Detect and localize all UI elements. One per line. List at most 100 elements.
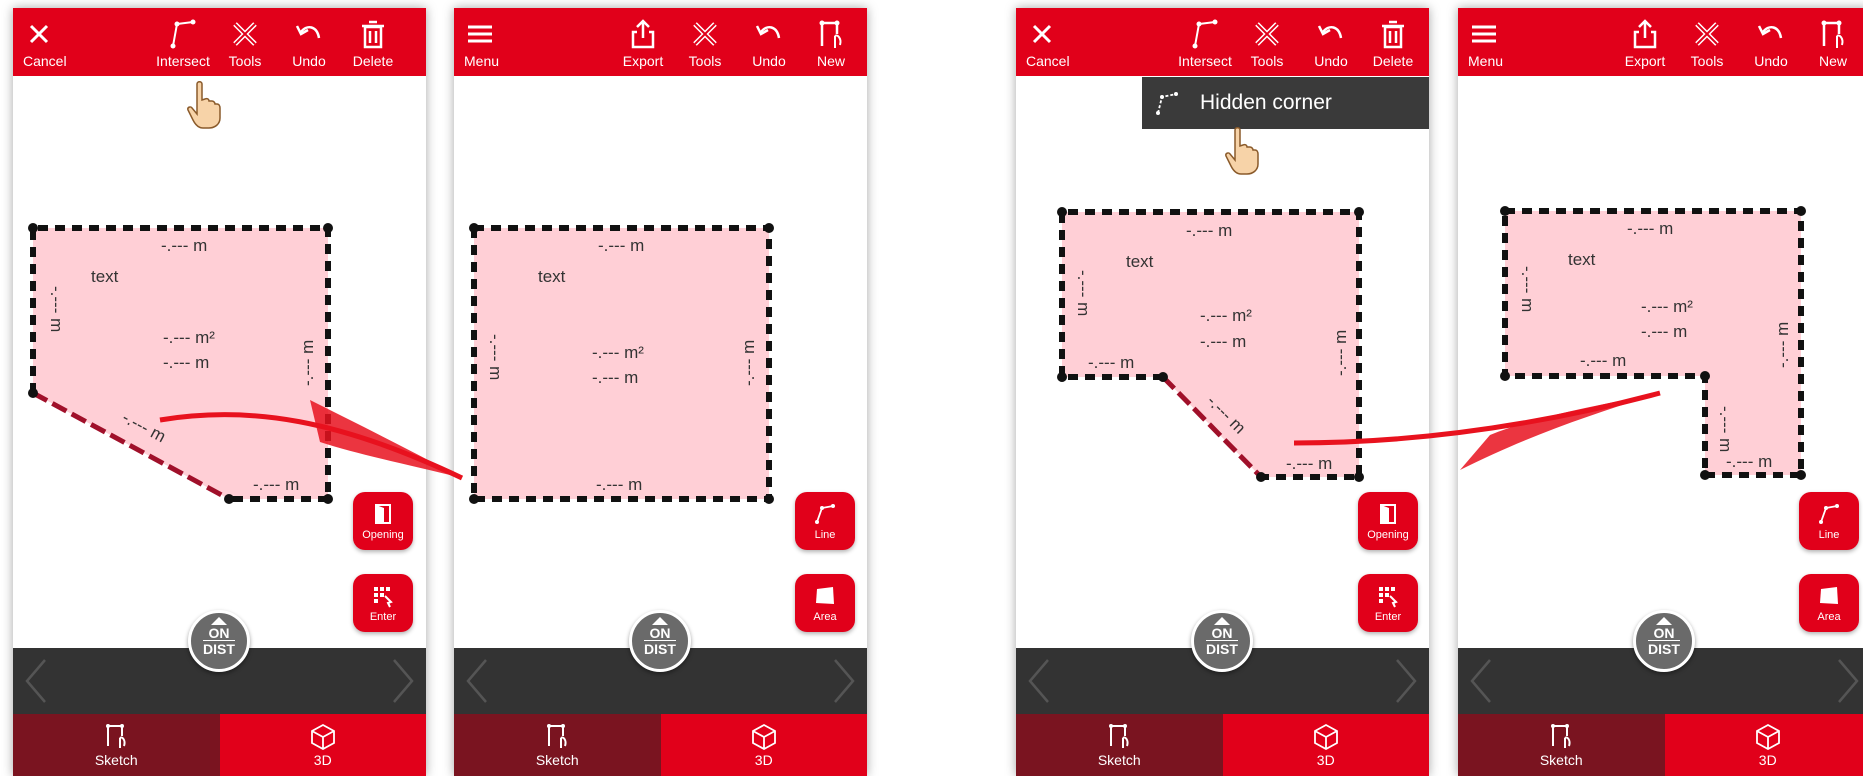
undo-button[interactable]: Undo <box>1300 8 1362 76</box>
3d-label: 3D <box>313 752 332 768</box>
intersect-button[interactable]: Intersect <box>152 8 214 76</box>
close-icon <box>29 24 49 44</box>
room-text: text <box>1568 250 1596 269</box>
intersect-label: Intersect <box>1178 53 1232 69</box>
dim-bottom: -.--- m <box>1726 452 1772 471</box>
opening-label: Opening <box>1367 528 1409 541</box>
intersect-icon <box>1192 19 1218 49</box>
bottom-tabs: Sketch 3D <box>1458 714 1863 776</box>
tab-sketch[interactable]: Sketch <box>454 714 661 776</box>
perimeter-value: -.--- m <box>1641 322 1687 341</box>
new-sketch-icon <box>819 20 842 48</box>
chevron-left-icon[interactable] <box>460 656 494 706</box>
3d-label: 3D <box>1758 752 1777 768</box>
tools-button[interactable]: Tools <box>1676 8 1738 76</box>
dim-bottom: -.--- m <box>596 475 642 494</box>
area-button[interactable]: Area <box>1799 574 1859 632</box>
tools-button[interactable]: Tools <box>214 8 276 76</box>
sketch-canvas[interactable]: -.--- m text -.--- m² -.--- m -.--- m -.… <box>454 76 867 656</box>
close-icon <box>1032 24 1052 44</box>
enter-button[interactable]: Enter <box>1358 574 1418 632</box>
tab-3d[interactable]: 3D <box>660 714 867 776</box>
undo-icon <box>295 25 321 39</box>
area-button[interactable]: Area <box>795 574 855 632</box>
menu-icon <box>468 25 492 43</box>
undo-button[interactable]: Undo <box>278 8 340 76</box>
menu-button[interactable]: Menu <box>1458 8 1538 76</box>
dim-right: -.--- m <box>1773 322 1792 368</box>
bottom-tabs: Sketch 3D <box>1016 714 1429 776</box>
delete-button[interactable]: Delete <box>342 8 404 76</box>
top-toolbar: Menu Export Tools Undo New <box>1458 8 1863 76</box>
new-button[interactable]: New <box>1802 8 1863 76</box>
opening-button[interactable]: Opening <box>353 492 413 550</box>
triangle-icon <box>652 617 668 625</box>
tab-3d[interactable]: 3D <box>219 714 426 776</box>
area-label: Area <box>1817 610 1841 623</box>
on-dist-button[interactable]: ON DIST <box>188 610 250 672</box>
tools-icon <box>1255 22 1279 46</box>
bottom-tabs: Sketch 3D <box>13 714 426 776</box>
new-sketch-icon <box>1821 20 1844 48</box>
cube-icon <box>1313 723 1338 750</box>
chevron-left-icon[interactable] <box>1022 656 1056 706</box>
tab-sketch[interactable]: Sketch <box>1458 714 1665 776</box>
cancel-label: Cancel <box>23 53 67 69</box>
top-toolbar: Menu Export Tools Undo New <box>454 8 867 76</box>
tab-sketch[interactable]: Sketch <box>1016 714 1223 776</box>
on-dist-button[interactable]: ON DIST <box>1191 610 1253 672</box>
dim-left: -.--- m <box>47 286 66 332</box>
intersect-icon <box>170 19 196 49</box>
dim-top: -.--- m <box>1186 221 1232 240</box>
on-dist-button[interactable]: ON DIST <box>1633 610 1695 672</box>
on-label: ON <box>208 625 230 641</box>
line-button[interactable]: Line <box>795 492 855 550</box>
area-value: -.--- m² <box>592 343 644 362</box>
chevron-right-icon[interactable] <box>827 656 861 706</box>
on-label: ON <box>1211 625 1233 641</box>
undo-button[interactable]: Undo <box>738 8 800 76</box>
tools-button[interactable]: Tools <box>1236 8 1298 76</box>
triangle-icon <box>211 617 227 625</box>
export-button[interactable]: Export <box>1614 8 1676 76</box>
line-label: Line <box>814 528 836 541</box>
new-button[interactable]: New <box>800 8 862 76</box>
menu-button[interactable]: Menu <box>454 8 534 76</box>
sketch-canvas[interactable]: -.--- m text -.--- m² -.--- m -.--- m -.… <box>1458 76 1863 656</box>
door-icon <box>375 503 391 524</box>
enter-button[interactable]: Enter <box>353 574 413 632</box>
cancel-button[interactable]: Cancel <box>13 8 93 76</box>
delete-button[interactable]: Delete <box>1362 8 1424 76</box>
export-label: Export <box>622 53 664 69</box>
cancel-button[interactable]: Cancel <box>1016 8 1096 76</box>
tab-sketch[interactable]: Sketch <box>13 714 220 776</box>
export-button[interactable]: Export <box>612 8 674 76</box>
chevron-right-icon[interactable] <box>1389 656 1423 706</box>
chevron-left-icon[interactable] <box>1464 656 1498 706</box>
opening-button[interactable]: Opening <box>1358 492 1418 550</box>
line-button[interactable]: Line <box>1799 492 1859 550</box>
chevron-right-icon[interactable] <box>386 656 420 706</box>
hidden-corner-menu-item[interactable]: Hidden corner <box>1142 77 1429 129</box>
chevron-left-icon[interactable] <box>19 656 53 706</box>
sketch-icon <box>547 724 567 748</box>
hand-pointer-icon <box>1225 127 1259 175</box>
sketch-label: Sketch <box>1097 752 1141 768</box>
dist-label: DIST <box>644 640 676 657</box>
perimeter-value: -.--- m <box>592 368 638 387</box>
enter-label: Enter <box>369 610 397 623</box>
sketch-canvas[interactable]: -.--- m text -.--- m² -.--- m -.--- m -.… <box>13 76 426 656</box>
tab-3d[interactable]: 3D <box>1222 714 1429 776</box>
undo-button[interactable]: Undo <box>1740 8 1802 76</box>
dist-label: DIST <box>1206 640 1238 657</box>
enter-label: Enter <box>1374 610 1402 623</box>
tab-3d[interactable]: 3D <box>1664 714 1863 776</box>
tools-button[interactable]: Tools <box>674 8 736 76</box>
chevron-right-icon[interactable] <box>1831 656 1863 706</box>
cancel-label: Cancel <box>1026 53 1070 69</box>
triangle-icon <box>1214 617 1230 625</box>
on-dist-button[interactable]: ON DIST <box>629 610 691 672</box>
menu-icon <box>1472 25 1496 43</box>
dim-right: -.--- m <box>1331 330 1350 376</box>
intersect-button[interactable]: Intersect <box>1174 8 1236 76</box>
